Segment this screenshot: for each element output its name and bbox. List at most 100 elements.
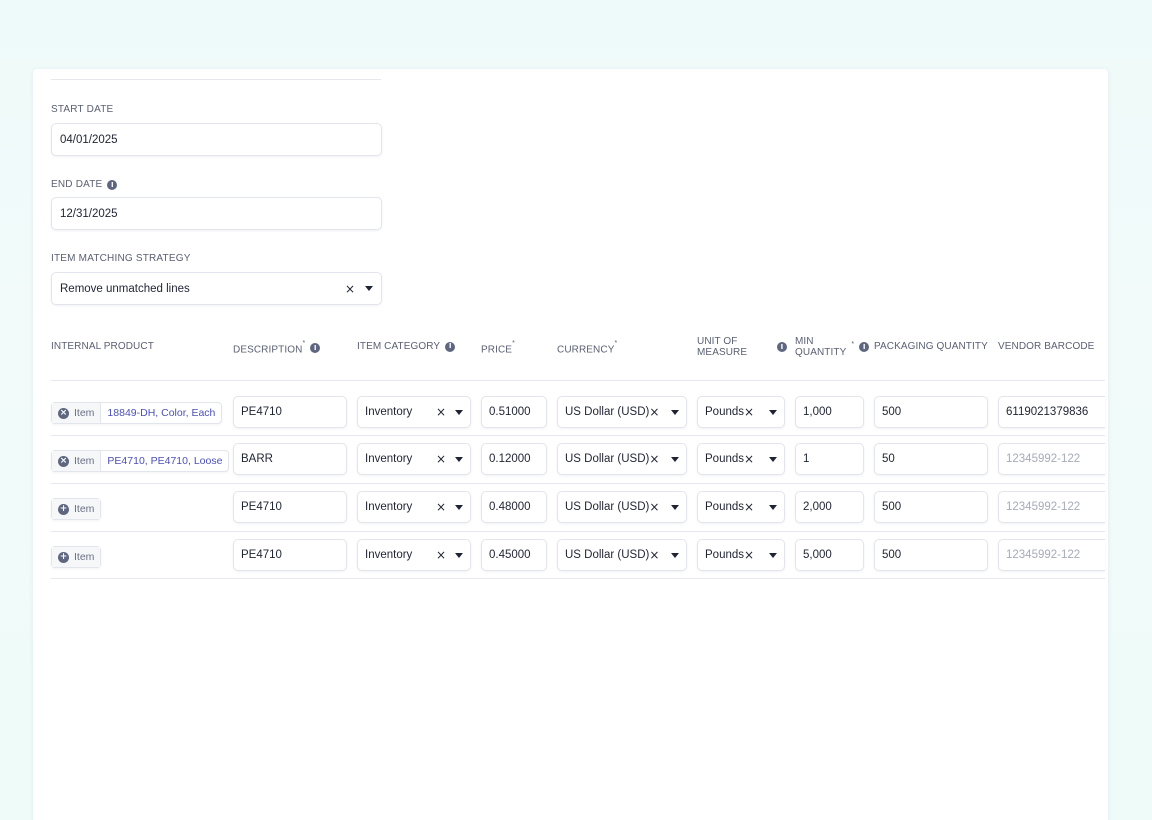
item-category-select[interactable]: Inventory × xyxy=(357,539,471,571)
chevron-down-icon[interactable] xyxy=(769,456,777,462)
strategy-label-text: ITEM MATCHING STRATEGY xyxy=(51,253,191,264)
currency-value: US Dollar (USD) xyxy=(565,549,650,561)
info-icon[interactable]: i xyxy=(310,343,321,354)
chevron-down-icon[interactable] xyxy=(455,504,463,510)
chevron-down-icon[interactable] xyxy=(365,286,373,291)
required-mark: * xyxy=(512,340,515,347)
currency-select[interactable]: US Dollar (USD) × xyxy=(557,443,687,475)
price-input[interactable]: 0.45000 xyxy=(481,539,547,571)
chevron-down-icon[interactable] xyxy=(671,409,679,415)
price-input[interactable]: 0.12000 xyxy=(481,443,547,475)
unit-value: Pounds xyxy=(705,549,745,561)
header-price: PRICE* xyxy=(481,340,515,355)
divider xyxy=(51,79,381,80)
chevron-down-icon[interactable] xyxy=(455,456,463,462)
chevron-down-icon[interactable] xyxy=(671,552,679,558)
min-quantity-input[interactable]: 2,000 xyxy=(795,491,864,523)
row-divider xyxy=(51,531,1105,532)
description-input[interactable]: BARR xyxy=(233,443,347,475)
vendor-barcode-input[interactable]: 12345992-122 xyxy=(998,443,1105,475)
unit-value: Pounds xyxy=(705,453,745,465)
unit-select[interactable]: Pounds × xyxy=(697,443,785,475)
clear-icon[interactable]: × xyxy=(744,501,754,513)
internal-product-link[interactable]: PE4710, PE4710, Loose xyxy=(100,451,228,471)
min-quantity-input[interactable]: 1 xyxy=(795,443,864,475)
currency-select[interactable]: US Dollar (USD) × xyxy=(557,539,687,571)
unit-select[interactable]: Pounds × xyxy=(697,396,785,428)
chevron-down-icon[interactable] xyxy=(769,552,777,558)
header-minqty-line2: QUANTITY xyxy=(795,347,847,358)
clear-icon[interactable]: × xyxy=(649,453,659,465)
item-category-select[interactable]: Inventory × xyxy=(357,396,471,428)
packaging-quantity-input[interactable]: 50 xyxy=(874,443,988,475)
clear-icon[interactable]: × xyxy=(436,406,446,418)
remove-circle-icon[interactable]: × xyxy=(58,407,69,419)
clear-icon[interactable]: × xyxy=(744,453,754,465)
end-date-input[interactable]: 12/31/2025 xyxy=(51,197,382,230)
vendor-barcode-input[interactable]: 12345992-122 xyxy=(998,539,1105,571)
header-divider xyxy=(51,380,1105,381)
unit-select[interactable]: Pounds × xyxy=(697,491,785,523)
clear-icon[interactable]: × xyxy=(649,549,659,561)
clear-icon[interactable]: × xyxy=(436,453,446,465)
add-circle-icon[interactable]: + xyxy=(58,503,69,515)
min-quantity-input[interactable]: 1,000 xyxy=(795,396,864,428)
unit-select[interactable]: Pounds × xyxy=(697,539,785,571)
description-input[interactable]: PE4710 xyxy=(233,539,347,571)
clear-icon[interactable]: × xyxy=(649,406,659,418)
min-quantity-input[interactable]: 5,000 xyxy=(795,539,864,571)
product-chip[interactable]: × Item 18849-DH, Color, Each xyxy=(51,402,223,424)
description-input[interactable]: PE4710 xyxy=(233,396,347,428)
item-category-select[interactable]: Inventory × xyxy=(357,443,471,475)
chevron-down-icon[interactable] xyxy=(671,504,679,510)
info-icon[interactable]: i xyxy=(107,179,118,190)
start-date-label-text: START DATE xyxy=(51,104,114,115)
currency-select[interactable]: US Dollar (USD) × xyxy=(557,396,687,428)
price-input[interactable]: 0.51000 xyxy=(481,396,547,428)
chevron-down-icon[interactable] xyxy=(671,456,679,462)
clear-icon[interactable]: × xyxy=(345,283,355,295)
info-icon[interactable]: i xyxy=(777,342,787,352)
price-input[interactable]: 0.48000 xyxy=(481,491,547,523)
packaging-quantity-input[interactable]: 500 xyxy=(874,539,988,571)
remove-circle-icon[interactable]: × xyxy=(58,455,69,467)
packaging-quantity-input[interactable]: 500 xyxy=(874,396,988,428)
strategy-select[interactable]: Remove unmatched lines × xyxy=(51,272,382,305)
vendor-barcode-input[interactable]: 12345992-122 xyxy=(998,491,1105,523)
start-date-value: 04/01/2025 xyxy=(60,133,118,146)
header-currency-text: CURRENCY xyxy=(557,344,615,356)
currency-value: US Dollar (USD) xyxy=(565,501,650,513)
chevron-down-icon[interactable] xyxy=(455,409,463,415)
info-icon[interactable]: i xyxy=(445,341,456,352)
chevron-down-icon[interactable] xyxy=(455,552,463,558)
description-input[interactable]: PE4710 xyxy=(233,491,347,523)
chevron-down-icon[interactable] xyxy=(769,409,777,415)
item-category-value: Inventory xyxy=(365,501,413,513)
add-product-chip[interactable]: + Item xyxy=(51,546,102,568)
end-date-label: END DATE i xyxy=(51,179,118,190)
clear-icon[interactable]: × xyxy=(436,501,446,513)
min-quantity-value: 5,000 xyxy=(803,549,832,561)
header-minqty-line1: MIN xyxy=(795,336,814,347)
unit-value: Pounds xyxy=(705,501,745,513)
pricing-form-card: START DATE 04/01/2025 END DATE i 12/31/2… xyxy=(33,69,1108,820)
clear-icon[interactable]: × xyxy=(649,501,659,513)
add-circle-icon[interactable]: + xyxy=(58,551,69,563)
row-divider xyxy=(51,578,1105,579)
item-category-select[interactable]: Inventory × xyxy=(357,491,471,523)
chevron-down-icon[interactable] xyxy=(769,504,777,510)
header-packaging-quantity: PACKAGING QUANTITY xyxy=(874,341,988,352)
clear-icon[interactable]: × xyxy=(744,406,754,418)
description-value: BARR xyxy=(241,453,273,465)
start-date-input[interactable]: 04/01/2025 xyxy=(51,123,382,156)
currency-select[interactable]: US Dollar (USD) × xyxy=(557,491,687,523)
vendor-barcode-input[interactable]: 6119021379836 xyxy=(998,396,1105,428)
clear-icon[interactable]: × xyxy=(744,549,754,561)
packaging-quantity-input[interactable]: 500 xyxy=(874,491,988,523)
internal-product-link[interactable]: 18849-DH, Color, Each xyxy=(100,403,221,423)
add-product-chip[interactable]: + Item xyxy=(51,498,102,520)
clear-icon[interactable]: × xyxy=(436,549,446,561)
product-chip[interactable]: × Item PE4710, PE4710, Loose xyxy=(51,450,230,472)
info-icon[interactable]: i xyxy=(859,342,870,352)
description-value: PE4710 xyxy=(241,406,282,418)
